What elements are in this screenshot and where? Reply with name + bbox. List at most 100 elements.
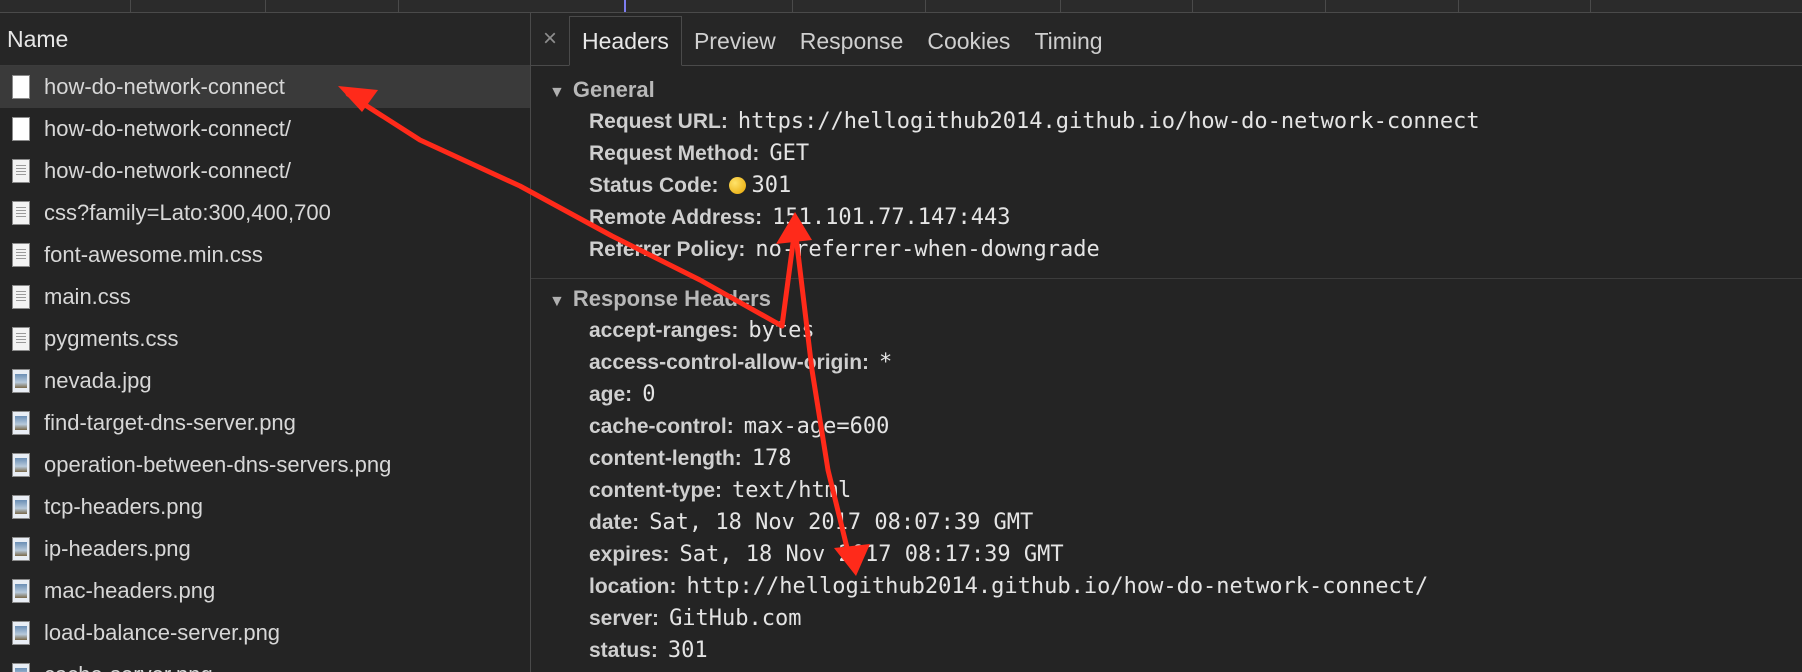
tab-preview[interactable]: Preview: [682, 17, 788, 65]
response-headers-list: accept-ranges: bytes access-control-allow-…: [531, 315, 1802, 667]
close-icon[interactable]: ×: [531, 13, 569, 65]
timeline-tick: [792, 0, 793, 12]
timeline-tick: [265, 0, 266, 12]
timeline-tick: [130, 0, 131, 12]
image-icon: [12, 579, 30, 603]
timeline-tick: [925, 0, 926, 12]
header-key: access-control-allow-origin:: [589, 351, 870, 374]
request-name: how-do-network-connect: [44, 74, 285, 99]
header-key: date:: [589, 511, 640, 534]
request-method-label: Request Method:: [589, 142, 760, 165]
status-code-label: Status Code:: [589, 174, 719, 197]
header-key: age:: [589, 383, 633, 406]
timeline-tick: [1458, 0, 1459, 12]
header-key: server:: [589, 607, 660, 630]
referrer-policy-row: Referrer Policy: no-referrer-when-downgra…: [531, 234, 1802, 266]
request-name: operation-between-dns-servers.png: [44, 452, 392, 477]
request-row[interactable]: main.css: [0, 276, 530, 318]
request-name: nevada.jpg: [44, 368, 152, 393]
response-header-row: content-type: text/html: [531, 475, 1802, 507]
request-name: pygments.css: [44, 326, 179, 351]
header-value: http://hellogithub2014.github.io/how-do-…: [686, 574, 1429, 599]
response-header-row: date: Sat, 18 Nov 2017 08:07:39 GMT: [531, 507, 1802, 539]
status-dot-icon: [728, 177, 746, 194]
response-header-row: accept-ranges: bytes: [531, 315, 1802, 347]
request-url-row: Request URL: https://hellogithub2014.gith…: [531, 106, 1802, 138]
request-row[interactable]: pygments.css: [0, 318, 530, 360]
tab-headers[interactable]: Headers: [569, 16, 682, 66]
stylesheet-icon: [12, 201, 30, 225]
response-header-row: access-control-allow-origin: *: [531, 347, 1802, 379]
header-value: 0: [642, 382, 656, 407]
response-header-row: server: GitHub.com: [531, 603, 1802, 635]
header-value: Sat, 18 Nov 2017 08:07:39 GMT: [649, 510, 1034, 535]
request-list-pane: Name how-do-network-connect how-do-networ…: [0, 13, 531, 672]
request-row[interactable]: load-balance-server.png: [0, 612, 530, 654]
timeline-overview-strip: [0, 0, 1802, 13]
header-value: *: [879, 350, 893, 375]
response-headers-section-title: Response Headers: [572, 286, 771, 311]
request-name: main.css: [44, 284, 131, 309]
tab-cookies[interactable]: Cookies: [915, 17, 1022, 65]
request-name: css?family=Lato:300,400,700: [44, 200, 331, 225]
timeline-marker: [624, 0, 626, 12]
request-row[interactable]: font-awesome.min.css: [0, 234, 530, 276]
tab-response[interactable]: Response: [788, 17, 916, 65]
header-key: expires:: [589, 543, 670, 566]
request-name: tcp-headers.png: [44, 494, 203, 519]
request-method-row: Request Method: GET: [531, 138, 1802, 170]
referrer-policy-value: no-referrer-when-downgrade: [755, 237, 1100, 262]
request-row[interactable]: how-do-network-connect/: [0, 150, 530, 192]
request-row[interactable]: css?family=Lato:300,400,700: [0, 192, 530, 234]
response-headers-section-header[interactable]: ▼ Response Headers: [531, 283, 1802, 315]
section-divider: [531, 278, 1802, 279]
request-row[interactable]: nevada.jpg: [0, 360, 530, 402]
request-row[interactable]: how-do-network-connect: [0, 66, 530, 108]
timeline-tick: [1325, 0, 1326, 12]
stylesheet-icon: [12, 285, 30, 309]
header-value: 178: [751, 446, 792, 471]
name-column-header[interactable]: Name: [0, 13, 530, 66]
request-url-label: Request URL:: [589, 110, 728, 133]
stylesheet-icon: [12, 243, 30, 267]
expanded-triangle-icon: ▼: [549, 84, 565, 101]
response-header-row: status: 301: [531, 635, 1802, 667]
referrer-policy-label: Referrer Policy:: [589, 238, 746, 261]
response-header-row: cache-control: max-age=600: [531, 411, 1802, 443]
header-value: 301: [667, 638, 708, 663]
status-code-row: Status Code: 301: [531, 170, 1802, 202]
request-row[interactable]: find-target-dns-server.png: [0, 402, 530, 444]
request-list: how-do-network-connect how-do-network-con…: [0, 66, 530, 672]
request-row[interactable]: operation-between-dns-servers.png: [0, 444, 530, 486]
request-row[interactable]: ip-headers.png: [0, 528, 530, 570]
request-name: how-do-network-connect/: [44, 116, 292, 141]
request-name: find-target-dns-server.png: [44, 410, 296, 435]
document-icon: [12, 159, 30, 183]
image-icon: [12, 621, 30, 645]
remote-address-row: Remote Address: 151.101.77.147:443: [531, 202, 1802, 234]
header-key: accept-ranges:: [589, 319, 739, 342]
header-value: bytes: [748, 318, 815, 343]
request-name: cache-server.png: [44, 654, 213, 672]
status-code-value: 301: [751, 173, 792, 198]
header-value: max-age=600: [743, 414, 890, 439]
request-details-pane: × Headers Preview Response Cookies Timin…: [531, 13, 1802, 672]
request-method-value: GET: [769, 141, 810, 166]
header-key: cache-control:: [589, 415, 734, 438]
header-value: Sat, 18 Nov 2017 08:17:39 GMT: [679, 542, 1064, 567]
request-row[interactable]: cache-server.png: [0, 654, 530, 672]
general-section-header[interactable]: ▼ General: [531, 74, 1802, 106]
request-name: load-balance-server.png: [44, 620, 281, 645]
response-header-row: age: 0: [531, 379, 1802, 411]
request-row[interactable]: tcp-headers.png: [0, 486, 530, 528]
header-key: content-type:: [589, 479, 722, 502]
request-name: ip-headers.png: [44, 536, 191, 561]
image-icon: [12, 537, 30, 561]
request-row[interactable]: mac-headers.png: [0, 570, 530, 612]
request-row[interactable]: how-do-network-connect/: [0, 108, 530, 150]
general-section-title: General: [572, 77, 655, 102]
request-name: mac-headers.png: [44, 578, 216, 603]
timeline-tick: [1192, 0, 1193, 12]
tab-timing[interactable]: Timing: [1022, 17, 1114, 65]
timeline-tick: [1590, 0, 1591, 12]
